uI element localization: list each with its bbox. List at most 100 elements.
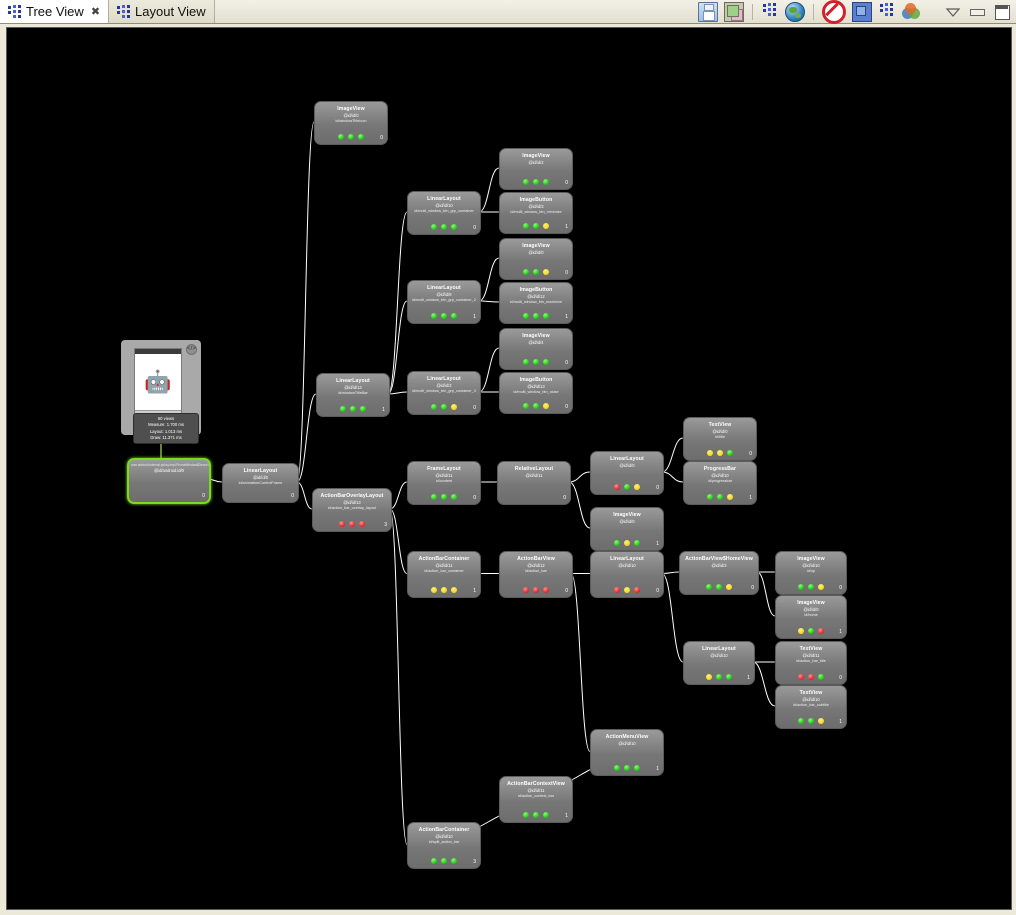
node-id: @id/id/13 xyxy=(527,384,545,389)
node-class-name: ActionBarOverlayLayout xyxy=(320,493,384,499)
node-performance-indicators xyxy=(408,404,480,410)
performance-dot-green xyxy=(533,313,539,319)
tree-node[interactable]: ActionBarView @id/id/12 id/action_bar 0 xyxy=(499,551,573,598)
performance-dot-green xyxy=(614,540,620,546)
tree-node[interactable]: ImageView @id/id/0 id/home 1 xyxy=(775,595,847,639)
tree-node[interactable]: ActionBarContainer @id/id/10 id/split_acti… xyxy=(407,822,481,869)
tree-node[interactable]: ImageButton @id/id/13 id/multi_window_btn_… xyxy=(499,372,573,414)
capture-icon[interactable] xyxy=(724,1,744,22)
display-tree-icon[interactable] xyxy=(761,2,779,21)
performance-dot-green xyxy=(533,359,539,365)
tree-node[interactable]: LinearLayout @id/id/0 0 xyxy=(590,451,664,495)
node-child-count: 1 xyxy=(656,766,659,772)
performance-dot-green xyxy=(523,223,529,229)
node-performance-indicators xyxy=(500,812,572,818)
tree-node[interactable]: LinearLayout @id/id/8 id/multi_window_btn_… xyxy=(407,280,481,324)
tree-edge xyxy=(568,471,591,483)
chevron-down-icon[interactable] xyxy=(944,3,962,21)
node-resource-id: id/title xyxy=(715,435,725,439)
tree-edge xyxy=(570,573,591,752)
performance-dot-green xyxy=(543,179,549,185)
maximize-icon[interactable] xyxy=(992,3,1010,21)
tree-canvas[interactable]: </> 🤖 60 views Measure: 1.700 ms Layout:… xyxy=(6,27,1012,910)
tree-node[interactable]: ProgressBar @id/id/10 id/progressbar 1 xyxy=(683,461,757,505)
node-child-count: 0 xyxy=(839,585,842,591)
node-performance-indicators xyxy=(776,584,846,590)
performance-dot-green xyxy=(543,313,549,319)
node-class-name: LinearLayout xyxy=(427,285,461,291)
dump-displaylist-icon[interactable] xyxy=(878,2,896,21)
minimize-icon[interactable] xyxy=(968,3,986,21)
tree-node[interactable]: ActionBarOverlayLayout @id/id/13 id/action… xyxy=(312,488,392,532)
node-id: @id/id/0 xyxy=(252,475,269,480)
tree-node[interactable]: LinearLayout @id/id/0 id/animationControlF… xyxy=(222,463,299,503)
tree-node[interactable]: ActionBarContextView @id/id/11 id/action_c… xyxy=(499,776,573,823)
node-child-count: 1 xyxy=(565,224,568,230)
performance-dot-green xyxy=(818,674,824,680)
performance-dot-green xyxy=(441,313,447,319)
tree-node[interactable]: LinearLayout @id/id/2 id/multi_window_btn_… xyxy=(407,371,481,415)
performance-dot-green xyxy=(451,494,457,500)
tree-node[interactable]: ImageView @id/id/4 0 xyxy=(499,328,573,370)
performance-dot-yellow xyxy=(818,584,824,590)
tree-node[interactable]: ImageView @id/id/2 0 xyxy=(499,148,573,190)
node-class-name: ImageButton xyxy=(519,287,553,293)
performance-dot-green xyxy=(523,179,529,185)
close-icon[interactable]: ✖ xyxy=(91,5,100,18)
tree-node[interactable]: ImageButton @id/id/12 id/multi_window_btn_… xyxy=(499,282,573,324)
node-child-count: 1 xyxy=(565,813,568,819)
toolbar-spacer xyxy=(214,0,692,23)
node-class-name: ImageButton xyxy=(519,197,553,203)
node-class-name: ImageView xyxy=(522,153,550,159)
performance-dot-red xyxy=(818,628,824,634)
venn-icon[interactable] xyxy=(902,2,920,21)
device-statusbar xyxy=(135,349,181,354)
tree-node[interactable]: LinearLayout @id/id/10 id/multi_window_btn… xyxy=(407,191,481,235)
save-icon[interactable] xyxy=(698,1,718,22)
tree-node[interactable]: ActionBarView$HomeView @id/id/3 0 xyxy=(679,551,759,595)
tree-node[interactable]: com.android.internal.policy.impl.PhoneWi… xyxy=(127,458,211,504)
node-id: @id/id/11 xyxy=(525,473,543,478)
node-id: @id/id/10 xyxy=(711,473,729,478)
tree-node[interactable]: ImageView @id/id/0 0 xyxy=(499,238,573,280)
tree-edge xyxy=(568,481,591,529)
tab-layout-view[interactable]: Layout View xyxy=(109,0,215,23)
node-id: @id/id/10 xyxy=(435,834,453,839)
node-child-count: 3 xyxy=(384,522,387,528)
node-resource-id: id/split_action_bar xyxy=(428,840,460,844)
tree-node[interactable]: LinearLayout @id/id/13 id/windowTitleBar 1 xyxy=(316,373,390,417)
tree-node[interactable]: TextView @id/id/10 id/action_bar_subtitle 1 xyxy=(775,685,847,729)
node-performance-indicators xyxy=(408,313,480,319)
tree-node[interactable]: ImageView @id/id/0 1 xyxy=(590,507,664,551)
request-layout-icon[interactable] xyxy=(852,1,872,22)
node-class-name: ImageView xyxy=(522,243,550,249)
performance-dot-green xyxy=(706,584,712,590)
performance-dot-green xyxy=(451,858,457,864)
tree-node[interactable]: ActionBarContainer @id/id/11 id/action_bar… xyxy=(407,551,481,598)
tree-node[interactable]: TextView @id/id/0 id/title 0 xyxy=(683,417,757,461)
tree-edge xyxy=(296,121,315,483)
node-performance-indicators xyxy=(500,403,572,409)
block-icon[interactable] xyxy=(822,0,846,24)
node-class-name: LinearLayout xyxy=(702,646,736,652)
tree-node[interactable]: ImageButton @id/id/3 id/multi_window_btn_m… xyxy=(499,192,573,234)
tree-node[interactable]: FrameLayout @id/id/11 id/content 0 xyxy=(407,461,481,505)
performance-dot-green xyxy=(634,540,640,546)
tree-node[interactable]: TextView @id/id/11 id/action_bar_title 0 xyxy=(775,641,847,685)
tab-tree-view[interactable]: Tree View ✖ xyxy=(0,0,110,23)
tree-edge xyxy=(387,300,408,395)
tree-node[interactable]: ImageView @id/id/0 id/windowTitleIcon 0 xyxy=(314,101,388,145)
tree-node[interactable]: ImageView @id/id/10 id/up 0 xyxy=(775,551,847,595)
performance-dot-green xyxy=(451,224,457,230)
globe-icon[interactable] xyxy=(785,1,805,22)
performance-dot-green xyxy=(543,359,549,365)
tree-node[interactable]: RelativeLayout @id/id/11 0 xyxy=(497,461,571,505)
node-child-count: 1 xyxy=(473,314,476,320)
performance-dot-yellow xyxy=(706,674,712,680)
tree-node[interactable]: ActionMenuView @id/id/10 1 xyxy=(590,729,664,776)
node-resource-id: id/action_bar_subtitle xyxy=(793,703,829,707)
node-performance-indicators xyxy=(500,313,572,319)
tree-node[interactable]: LinearLayout @id/id/10 1 xyxy=(683,641,755,685)
node-id: @id/id/3 xyxy=(528,204,544,209)
tree-node[interactable]: LinearLayout @id/id/10 0 xyxy=(590,551,664,598)
